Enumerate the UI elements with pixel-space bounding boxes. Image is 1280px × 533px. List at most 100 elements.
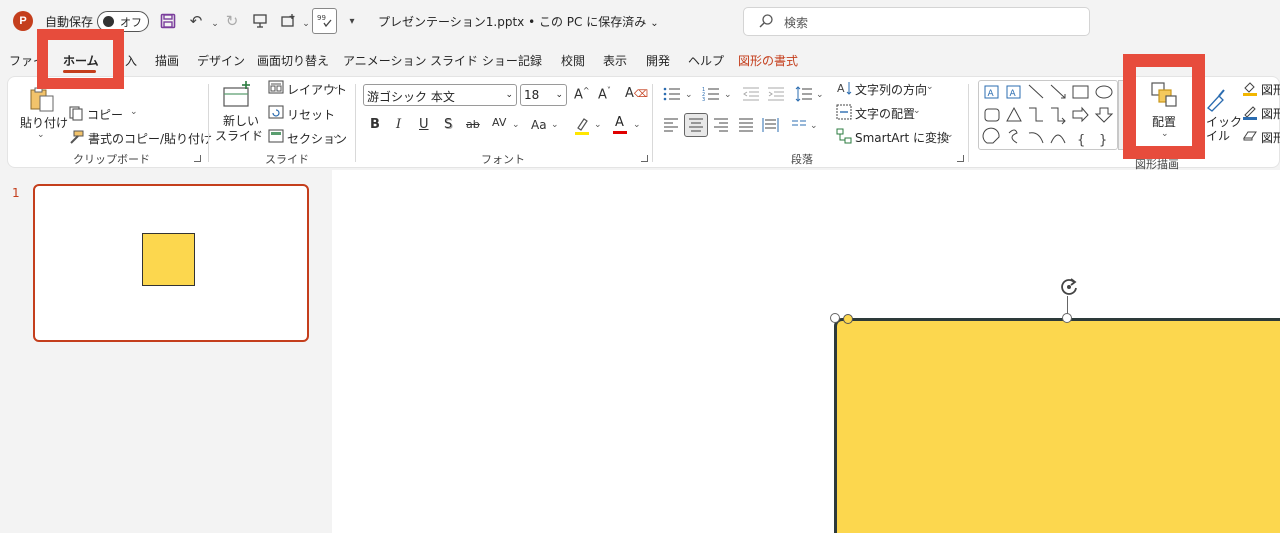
underline-button[interactable]: U — [419, 117, 429, 132]
tab-help[interactable]: ヘルプ — [688, 52, 724, 69]
justify-icon[interactable] — [738, 118, 754, 132]
smartart-dropdown-icon[interactable]: ⌄ — [946, 130, 954, 140]
bullets-dropdown-icon[interactable]: ⌄ — [685, 90, 693, 100]
quick-styles-label-2[interactable]: イル — [1206, 127, 1230, 144]
shape-effects-button[interactable]: 図形 — [1261, 129, 1280, 146]
tab-design[interactable]: デザイン — [197, 52, 245, 69]
paste-button[interactable]: 貼り付け — [20, 114, 68, 131]
text-direction-icon[interactable]: A — [836, 80, 852, 96]
undo-icon[interactable]: ↶ — [186, 11, 206, 31]
shape-outline-icon[interactable] — [1242, 104, 1258, 120]
new-slide-dropdown-icon[interactable]: ⌄ — [252, 128, 260, 138]
font-color-dropdown-icon[interactable]: ⌄ — [633, 120, 641, 130]
decrease-indent-icon[interactable] — [742, 86, 760, 102]
font-name-select[interactable]: 游ゴシック 本文 ⌄ — [363, 84, 517, 106]
align-left-icon[interactable] — [663, 118, 679, 132]
columns-dropdown-icon[interactable]: ⌄ — [810, 121, 818, 131]
resize-handle-top-center[interactable] — [1062, 313, 1072, 323]
shadow-button[interactable]: S — [444, 117, 452, 132]
new-slide-icon[interactable] — [222, 80, 252, 108]
resize-handle-top-left[interactable] — [830, 313, 840, 323]
save-icon[interactable] — [158, 11, 178, 31]
arrange-dropdown-icon[interactable]: ⌄ — [1161, 129, 1169, 139]
rotate-handle-icon[interactable] — [1058, 276, 1080, 298]
character-spacing-button[interactable]: AV — [492, 116, 506, 129]
align-right-icon[interactable] — [713, 118, 729, 132]
bullets-icon[interactable] — [663, 86, 681, 102]
format-painter-icon[interactable] — [68, 129, 84, 145]
highlight-icon[interactable] — [573, 116, 591, 136]
tab-insert[interactable]: 入 — [125, 52, 137, 69]
document-title[interactable]: プレゼンテーション1.pptx • この PC に保存済み ⌄ — [378, 13, 659, 30]
tab-draw[interactable]: 描画 — [155, 52, 179, 69]
format-painter-button[interactable]: 書式のコピー/貼り付け — [88, 130, 212, 147]
shape-effects-icon[interactable] — [1242, 128, 1258, 144]
copy-button[interactable]: コピー — [87, 106, 123, 123]
smartart-icon[interactable] — [836, 128, 852, 144]
italic-button[interactable]: I — [396, 117, 401, 132]
tab-review[interactable]: 校閲 — [561, 52, 585, 69]
section-dropdown-icon[interactable]: ⌄ — [332, 131, 340, 141]
align-text-button[interactable]: 文字の配置 — [855, 105, 915, 122]
new-slide-qa-icon[interactable] — [278, 11, 298, 31]
layout-dropdown-icon[interactable]: ⌄ — [332, 82, 340, 92]
tab-view[interactable]: 表示 — [603, 52, 627, 69]
shapes-gallery[interactable]: A A { } — [978, 80, 1118, 150]
spellcheck-icon[interactable]: 99 — [312, 8, 337, 34]
powerpoint-logo-icon: P — [13, 11, 33, 31]
spacing-dropdown-icon[interactable]: ⌄ — [512, 120, 520, 130]
increase-font-size-icon[interactable]: A^ — [574, 86, 590, 102]
tab-transitions[interactable]: 画面切り替え — [257, 52, 329, 69]
reset-button[interactable]: リセット — [287, 106, 335, 123]
copy-dropdown-icon[interactable]: ⌄ — [130, 107, 138, 117]
paste-icon[interactable] — [28, 86, 56, 112]
tab-record[interactable]: 記録 — [518, 52, 542, 69]
highlight-dropdown-icon[interactable]: ⌄ — [594, 120, 602, 130]
arrange-button[interactable]: 配置 — [1152, 113, 1176, 130]
layout-icon[interactable] — [268, 80, 284, 94]
adjust-handle[interactable] — [843, 314, 853, 324]
align-center-icon[interactable] — [684, 113, 708, 137]
arrange-icon[interactable] — [1150, 81, 1178, 109]
clear-formatting-icon[interactable]: A⌫ — [625, 86, 648, 101]
distributed-icon[interactable] — [762, 117, 779, 133]
decrease-font-size-icon[interactable]: A˅ — [598, 86, 611, 102]
increase-indent-icon[interactable] — [767, 86, 785, 102]
line-spacing-dropdown-icon[interactable]: ⌄ — [816, 90, 824, 100]
strikethrough-button[interactable]: ab — [466, 118, 480, 131]
paste-dropdown-icon[interactable]: ⌄ — [37, 130, 45, 140]
selected-rectangle-shape[interactable] — [834, 318, 1280, 533]
tab-animations[interactable]: アニメーション — [343, 52, 427, 69]
paragraph-launcher-icon[interactable] — [957, 155, 964, 162]
text-direction-button[interactable]: 文字列の方向 — [855, 81, 927, 98]
clipboard-launcher-icon[interactable] — [194, 155, 201, 162]
shape-fill-button[interactable]: 図形 — [1261, 81, 1280, 98]
font-color-icon[interactable]: A — [612, 115, 628, 135]
font-size-select[interactable]: 18 ⌄ — [520, 84, 567, 106]
line-spacing-icon[interactable] — [795, 86, 813, 102]
tab-slideshow[interactable]: スライド ショー — [430, 52, 518, 69]
font-launcher-icon[interactable] — [641, 155, 648, 162]
present-icon[interactable] — [250, 11, 270, 31]
tab-developer[interactable]: 開発 — [646, 52, 670, 69]
search-box[interactable]: 検索 — [743, 7, 1090, 36]
case-dropdown-icon[interactable]: ⌄ — [551, 120, 559, 130]
change-case-button[interactable]: Aa — [531, 118, 547, 132]
quick-styles-icon[interactable] — [1205, 88, 1227, 112]
shape-fill-icon[interactable] — [1242, 80, 1258, 96]
section-icon[interactable] — [268, 129, 284, 143]
shape-outline-button[interactable]: 図形 — [1261, 105, 1280, 122]
align-text-icon[interactable] — [836, 104, 852, 120]
customize-qa-icon[interactable]: ▾ — [342, 11, 362, 31]
columns-icon[interactable] — [791, 119, 807, 131]
align-text-dropdown-icon[interactable]: ⌄ — [913, 106, 921, 116]
numbering-icon[interactable]: 123 — [702, 86, 720, 103]
bold-button[interactable]: B — [370, 117, 380, 132]
tab-shape-format[interactable]: 図形の書式 — [738, 52, 798, 69]
copy-icon[interactable] — [68, 105, 84, 121]
numbering-dropdown-icon[interactable]: ⌄ — [724, 90, 732, 100]
smartart-button[interactable]: SmartArt に変換 — [855, 129, 949, 146]
redo-icon[interactable]: ↻ — [222, 11, 242, 31]
reset-icon[interactable] — [268, 105, 284, 119]
text-direction-dropdown-icon[interactable]: ⌄ — [926, 82, 934, 92]
